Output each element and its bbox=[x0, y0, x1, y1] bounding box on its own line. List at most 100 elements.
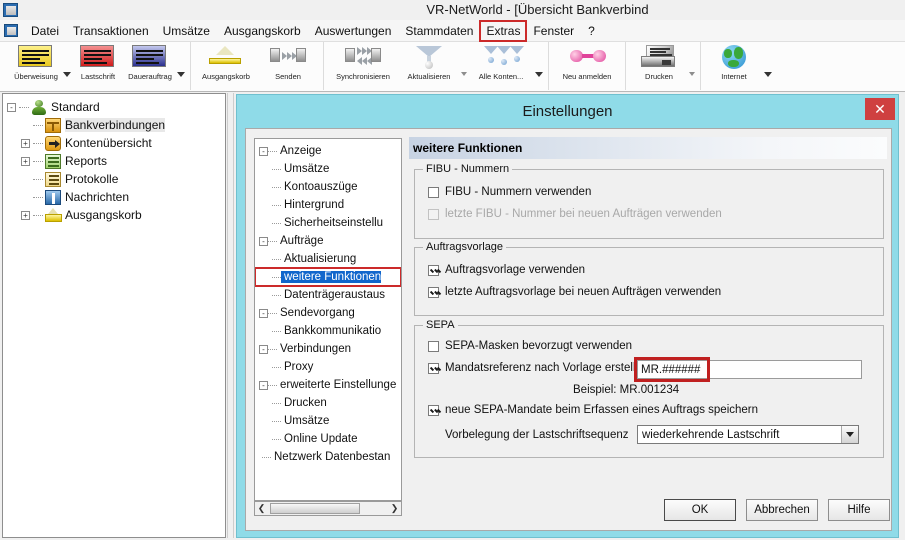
tree-item-online-update[interactable]: Online Update bbox=[255, 430, 401, 448]
menu-item-ausgangskorb[interactable]: Ausgangskorb bbox=[217, 21, 308, 41]
sidebar-item-reports[interactable]: + Reports bbox=[3, 152, 225, 170]
tree-item-weitere-funktionen[interactable]: weitere Funktionen bbox=[255, 267, 401, 287]
refresh-funnel-icon bbox=[411, 45, 447, 70]
tree-item-netzwerk-datenbestand[interactable]: Netzwerk Datenbestan bbox=[255, 448, 401, 466]
menu-item-transaktionen[interactable]: Transaktionen bbox=[66, 21, 156, 41]
tree-item-sendevorgang[interactable]: - Sendevorgang bbox=[255, 304, 401, 322]
tree-connector bbox=[33, 124, 43, 126]
collapse-expander-icon[interactable]: - bbox=[259, 308, 268, 318]
toolbar-button-internet[interactable]: Internet bbox=[705, 42, 763, 90]
expand-expander-icon[interactable]: + bbox=[21, 156, 30, 166]
checkbox-box[interactable] bbox=[428, 186, 439, 198]
tree-item-auftraege[interactable]: - Aufträge bbox=[255, 232, 401, 250]
sidebar-item-standard[interactable]: - Standard bbox=[3, 98, 225, 116]
lastschriftsequenz-dropdown[interactable]: wiederkehrende Lastschrift bbox=[637, 425, 859, 444]
close-icon[interactable]: ✕ bbox=[865, 98, 895, 120]
scrollbar-thumb[interactable] bbox=[270, 503, 360, 514]
toolbar-button-neu-anmelden[interactable]: Neu anmelden bbox=[553, 42, 621, 90]
checkbox-box[interactable] bbox=[428, 264, 439, 276]
cancel-button[interactable]: Abbrechen bbox=[746, 499, 818, 521]
checkbox-box[interactable] bbox=[428, 404, 439, 416]
tree-item-anzeige[interactable]: - Anzeige bbox=[255, 142, 401, 160]
checkbox-auftragsvorlage-verwenden[interactable]: Auftragsvorlage verwenden bbox=[428, 264, 585, 276]
pane-splitter[interactable] bbox=[227, 93, 234, 538]
collapse-expander-icon[interactable]: - bbox=[259, 380, 268, 390]
checkbox-fibu-nummern-verwenden[interactable]: FIBU - Nummern verwenden bbox=[428, 186, 591, 198]
tree-horizontal-scrollbar[interactable]: ❮ ❯ bbox=[254, 501, 402, 516]
tree-item-label: Umsätze bbox=[284, 415, 330, 427]
chevron-down-icon-aktualisieren[interactable] bbox=[461, 72, 467, 76]
navigation-tree-pane[interactable]: - Standard Bankverbindungen + Kontenüber… bbox=[2, 93, 226, 538]
sidebar-item-bankverbindungen[interactable]: Bankverbindungen bbox=[3, 116, 225, 134]
menu-item-datei[interactable]: Datei bbox=[24, 21, 66, 41]
sidebar-item-nachrichten[interactable]: Nachrichten bbox=[3, 188, 225, 206]
tree-item-hintergrund[interactable]: Hintergrund bbox=[255, 196, 401, 214]
collapse-expander-icon[interactable]: - bbox=[259, 236, 268, 246]
menu-item-fenster[interactable]: Fenster bbox=[526, 21, 581, 41]
expand-expander-icon[interactable]: + bbox=[21, 210, 30, 220]
sidebar-item-protokolle[interactable]: Protokolle bbox=[3, 170, 225, 188]
tree-connector bbox=[272, 258, 281, 260]
chevron-down-icon-alle-konten[interactable] bbox=[535, 71, 543, 77]
checkbox-sepa-masken-bevorzugt[interactable]: SEPA-Masken bevorzugt verwenden bbox=[428, 340, 632, 352]
collapse-expander-icon[interactable]: - bbox=[7, 102, 16, 112]
scrollbar-track[interactable] bbox=[268, 502, 388, 515]
toolbar-button-lastschrift[interactable]: Lastschrift bbox=[72, 42, 124, 90]
toolbar-button-aktualisieren[interactable]: Aktualisieren bbox=[398, 42, 460, 90]
menu-item-auswertungen[interactable]: Auswertungen bbox=[308, 21, 399, 41]
checkbox-mandatsreferenz-nach-vorlage[interactable]: Mandatsreferenz nach Vorlage erstellen bbox=[428, 362, 648, 374]
window-title-bar: VR-NetWorld - [Übersicht Bankverbind bbox=[0, 0, 905, 20]
tree-item-umsaetze[interactable]: Umsätze bbox=[255, 160, 401, 178]
tree-item-datentraegeraustausch[interactable]: Datenträgeraustaus bbox=[255, 286, 401, 304]
checkbox-box[interactable] bbox=[428, 362, 439, 374]
expand-expander-icon[interactable]: + bbox=[21, 138, 30, 148]
menu-item-extras[interactable]: Extras bbox=[479, 19, 528, 42]
mandate-example-label: Beispiel: MR.001234 bbox=[573, 384, 680, 396]
tree-item-bankkommunikation[interactable]: Bankkommunikatio bbox=[255, 322, 401, 340]
chevron-down-icon-dauerauftrag[interactable] bbox=[177, 71, 185, 77]
group-sepa: SEPA SEPA-Masken bevorzugt verwenden Man… bbox=[414, 319, 884, 458]
scroll-left-arrow-icon[interactable]: ❮ bbox=[255, 503, 268, 514]
chevron-down-icon-internet[interactable] bbox=[764, 71, 772, 77]
collapse-expander-icon[interactable]: - bbox=[259, 146, 268, 156]
tree-item-proxy[interactable]: Proxy bbox=[255, 358, 401, 376]
collapse-expander-icon[interactable]: - bbox=[259, 344, 268, 354]
tree-connector bbox=[33, 178, 43, 180]
tree-item-verbindungen[interactable]: - Verbindungen bbox=[255, 340, 401, 358]
toolbar-label: Senden bbox=[275, 72, 301, 81]
chevron-down-icon-drucken[interactable] bbox=[689, 72, 695, 76]
menu-item-stammdaten[interactable]: Stammdaten bbox=[398, 21, 480, 41]
toolbar-button-synchronisieren[interactable]: Synchronisieren bbox=[328, 42, 398, 90]
tree-connector bbox=[33, 142, 43, 144]
checkbox-box[interactable] bbox=[428, 286, 439, 298]
checkbox-box[interactable] bbox=[428, 340, 439, 352]
sidebar-item-kontenuebersicht[interactable]: + Kontenübersicht bbox=[3, 134, 225, 152]
checkbox-box bbox=[428, 208, 439, 220]
checkbox-neue-sepa-mandate-speichern[interactable]: neue SEPA-Mandate beim Erfassen eines Au… bbox=[428, 404, 758, 416]
menu-bar: Datei Transaktionen Umsätze Ausgangskorb… bbox=[0, 19, 905, 42]
toolbar-button-alle-konten[interactable]: Alle Konten... bbox=[468, 42, 534, 90]
help-button[interactable]: Hilfe bbox=[828, 499, 890, 521]
tree-item-drucken[interactable]: Drucken bbox=[255, 394, 401, 412]
sidebar-item-ausgangskorb[interactable]: + Ausgangskorb bbox=[3, 206, 225, 224]
chevron-down-icon[interactable] bbox=[841, 426, 858, 443]
tree-item-aktualisierung[interactable]: Aktualisierung bbox=[255, 250, 401, 268]
chevron-down-icon-ueberweisung[interactable] bbox=[63, 71, 71, 77]
scroll-right-arrow-icon[interactable]: ❯ bbox=[388, 503, 401, 514]
tree-item-label: Sicherheitseinstellu bbox=[284, 217, 384, 229]
ok-button[interactable]: OK bbox=[664, 499, 736, 521]
toolbar-button-dauerauftrag[interactable]: Dauerauftrag bbox=[124, 42, 176, 90]
toolbar-button-drucken[interactable]: Drucken bbox=[630, 42, 688, 90]
tree-item-label: Drucken bbox=[284, 397, 327, 409]
toolbar-button-ausgangskorb[interactable]: Ausgangskorb bbox=[195, 42, 257, 90]
settings-category-tree[interactable]: - Anzeige Umsätze Kontoauszüge Hintergru… bbox=[254, 138, 402, 501]
tree-item-erweiterte-einstellungen[interactable]: - erweiterte Einstellunge bbox=[255, 376, 401, 394]
menu-item-help[interactable]: ? bbox=[581, 21, 602, 41]
tree-item-umsaetze-erweitert[interactable]: Umsätze bbox=[255, 412, 401, 430]
tree-item-kontoauszuege[interactable]: Kontoauszüge bbox=[255, 178, 401, 196]
checkbox-letzte-auftragsvorlage[interactable]: letzte Auftragsvorlage bei neuen Aufträg… bbox=[428, 286, 721, 298]
menu-item-umsaetze[interactable]: Umsätze bbox=[156, 21, 217, 41]
toolbar-button-ueberweisung[interactable]: Überweisung bbox=[10, 42, 62, 90]
toolbar-button-senden[interactable]: Senden bbox=[257, 42, 319, 90]
tree-item-sicherheitseinstellungen[interactable]: Sicherheitseinstellu bbox=[255, 214, 401, 232]
